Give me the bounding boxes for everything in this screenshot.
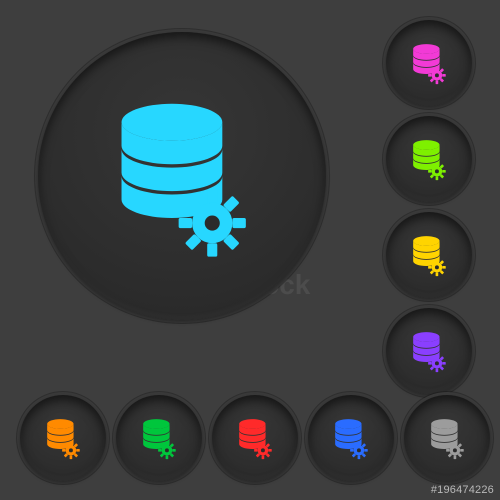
stock-id-label: #196474226 xyxy=(431,484,494,496)
database-settings-icon xyxy=(407,41,451,85)
database-settings-icon xyxy=(407,329,451,373)
database-settings-icon xyxy=(137,416,181,460)
color-button-yellow[interactable] xyxy=(386,212,472,298)
database-settings-icon xyxy=(41,416,85,460)
database-settings-icon xyxy=(425,416,469,460)
database-settings-icon xyxy=(233,416,277,460)
color-button-purple[interactable] xyxy=(386,308,472,394)
color-button-magenta[interactable] xyxy=(386,20,472,106)
database-settings-icon xyxy=(98,92,266,260)
color-button-green[interactable] xyxy=(116,395,202,481)
database-settings-icon xyxy=(329,416,373,460)
color-button-gray[interactable] xyxy=(404,395,490,481)
color-button-blue[interactable] xyxy=(308,395,394,481)
database-settings-icon xyxy=(407,137,451,181)
color-button-red[interactable] xyxy=(212,395,298,481)
color-button-orange[interactable] xyxy=(20,395,106,481)
color-button-main[interactable] xyxy=(38,32,326,320)
database-settings-icon xyxy=(407,233,451,277)
color-button-lime[interactable] xyxy=(386,116,472,202)
